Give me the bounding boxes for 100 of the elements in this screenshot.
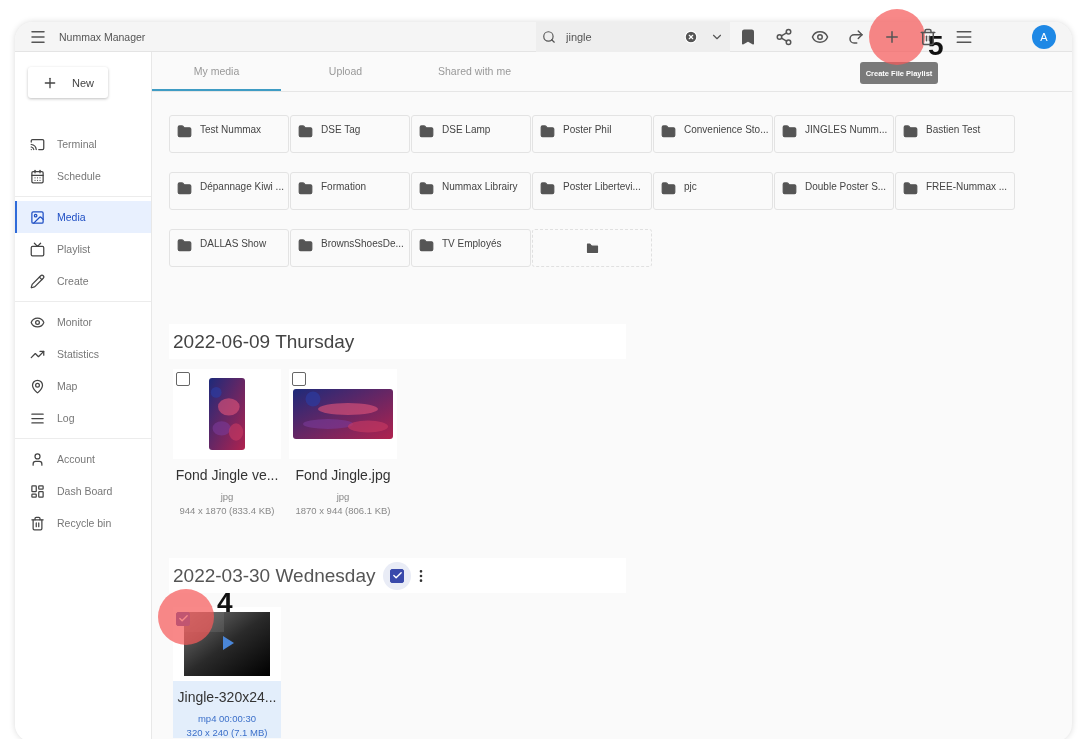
folder-tile[interactable]: Poster Libertevi... (532, 172, 652, 210)
folder-icon (661, 181, 676, 196)
folder-icon (177, 181, 192, 196)
folder-icon (298, 181, 313, 196)
sidebar-item[interactable]: Playlist (15, 233, 151, 265)
step-number: 5 (928, 35, 944, 56)
folder-name: TV Employés (442, 238, 502, 249)
avatar[interactable]: A (1032, 24, 1056, 49)
folder-icon (419, 238, 434, 253)
sidebar-item[interactable]: Schedule (15, 160, 151, 192)
sidebar-item[interactable]: Media (15, 201, 151, 233)
folder-icon (298, 238, 313, 253)
bookmark-icon[interactable] (739, 27, 757, 46)
folder-tile[interactable]: Poster Phil (532, 115, 652, 153)
folder-tile[interactable]: Bastien Test (895, 115, 1015, 153)
nav-icon (30, 136, 45, 152)
folder-icon (177, 238, 192, 253)
folder-name: Poster Libertevi... (563, 181, 641, 192)
folder-tile[interactable]: DALLAS Show (169, 229, 289, 267)
folder-name: DSE Lamp (442, 124, 491, 135)
sidebar-item[interactable]: Dash Board (15, 475, 151, 507)
folder-name: Formation (321, 181, 366, 192)
folder-name: Bastien Test (926, 124, 981, 135)
nav-icon (30, 451, 45, 467)
folder-add-icon (584, 240, 600, 256)
checkbox[interactable] (176, 372, 190, 386)
folder-tile[interactable]: pjc (653, 172, 773, 210)
sidebar-item[interactable]: Statistics (15, 338, 151, 370)
sidebar-item[interactable]: Recycle bin (15, 507, 151, 539)
nav-icon (30, 378, 45, 394)
folder-tile[interactable]: FREE-Nummax ... (895, 172, 1015, 210)
folder-tile[interactable]: Test Nummax (169, 115, 289, 153)
check-icon (391, 570, 403, 581)
file-type: mp4 00:00:30 (197, 713, 257, 724)
share-icon[interactable] (775, 27, 793, 46)
file-type: jpg (220, 491, 234, 502)
sidebar-item[interactable]: Terminal (15, 128, 151, 160)
sidebar-item[interactable]: Log (15, 402, 151, 434)
search-bar[interactable]: jingle (536, 22, 730, 52)
file-size: 944 x 1870 (833.4 KB) (179, 505, 275, 516)
nav-icon (30, 483, 45, 499)
nav-icon (30, 273, 45, 289)
file-size: 320 x 240 (7.1 MB) (186, 727, 268, 738)
date-heading: 2022-03-30 Wednesday (173, 564, 376, 587)
folder-tile[interactable]: Formation (290, 172, 410, 210)
nav-icon (30, 314, 45, 330)
folder-icon (903, 124, 918, 139)
file-size: 1870 x 944 (806.1 KB) (295, 505, 391, 516)
file-name: Fond Jingle.jpg (295, 467, 391, 483)
folder-name: Test Nummax (200, 124, 262, 135)
nav-icon (30, 168, 45, 184)
nav-icon (30, 209, 45, 225)
folder-name: DSE Tag (321, 124, 361, 135)
folder-tile[interactable]: DSE Lamp (411, 115, 531, 153)
search-input[interactable]: jingle (564, 29, 664, 44)
folder-icon (419, 124, 434, 139)
folder-name: Convenience Sto... (684, 124, 769, 135)
sidebar-item[interactable]: Map (15, 370, 151, 402)
folder-tile[interactable]: TV Employés (411, 229, 531, 267)
folder-icon (903, 181, 918, 196)
sidebar-item[interactable]: Create (15, 265, 151, 297)
folder-name: Nummax Librairy (442, 181, 518, 192)
folder-name: FREE-Nummax ... (926, 181, 1008, 192)
group-checkbox[interactable] (383, 561, 412, 590)
file-name: Jingle-320x24... (177, 689, 277, 705)
folder-name: DALLAS Show (200, 238, 267, 249)
nav-icon (30, 241, 45, 257)
sidebar-item[interactable]: Monitor (15, 306, 151, 338)
date-heading: 2022-06-09 Thursday (173, 330, 355, 353)
app-title: Nummax Manager (59, 30, 147, 43)
folder-tile[interactable]: Double Poster S... (774, 172, 894, 210)
folder-icon (661, 124, 676, 139)
folder-tile[interactable]: Nummax Librairy (411, 172, 531, 210)
redo-icon[interactable] (847, 27, 865, 46)
folder-name: Double Poster S... (805, 181, 887, 192)
folder-name: Poster Phil (563, 124, 612, 135)
folder-icon (298, 124, 313, 139)
file-name: Fond Jingle ve... (175, 467, 279, 483)
folder-name: pjc (684, 181, 697, 192)
folder-tile[interactable]: DSE Tag (290, 115, 410, 153)
folder-tile[interactable]: BrownsShoesDe... (290, 229, 410, 267)
folder-name: JINGLES Numm... (805, 124, 888, 135)
checkbox[interactable] (292, 372, 306, 386)
folder-tile[interactable]: Convenience Sto... (653, 115, 773, 153)
folder-icon (540, 124, 555, 139)
search-icon (542, 28, 556, 45)
folder-icon (419, 181, 434, 196)
new-button[interactable]: New (28, 67, 108, 98)
folder-icon (782, 124, 797, 139)
folder-tile[interactable]: Dépannage Kiwi ... (169, 172, 289, 210)
file-type: jpg (336, 491, 350, 502)
folder-icon (540, 181, 555, 196)
folder-tile[interactable]: JINGLES Numm... (774, 115, 894, 153)
folder-name: Dépannage Kiwi ... (200, 181, 284, 192)
clear-icon[interactable] (684, 28, 698, 45)
folder-icon (782, 181, 797, 196)
folder-icon (177, 124, 192, 139)
nav-icon (30, 515, 45, 531)
folder-name: BrownsShoesDe... (321, 238, 404, 249)
sidebar-item[interactable]: Account (15, 443, 151, 475)
